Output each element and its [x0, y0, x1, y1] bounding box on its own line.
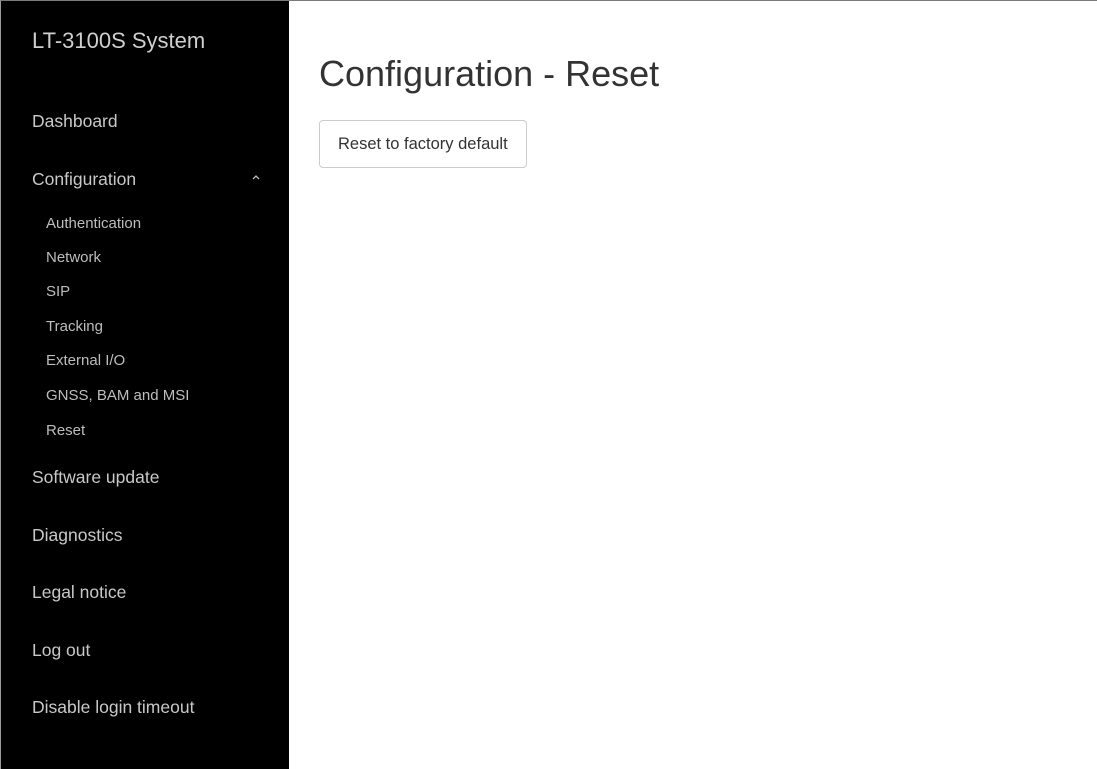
nav-software-update[interactable]: Software update [32, 467, 159, 488]
nav-sub-external-io[interactable]: External I/O [46, 352, 125, 369]
nav-disable-login-timeout[interactable]: Disable login timeout [32, 697, 194, 718]
nav-sub-authentication[interactable]: Authentication [46, 215, 141, 232]
nav-sub-tracking[interactable]: Tracking [46, 318, 103, 335]
reset-factory-default-button[interactable]: Reset to factory default [319, 120, 527, 168]
nav-legal-notice[interactable]: Legal notice [32, 582, 126, 603]
nav-sub-sip[interactable]: SIP [46, 283, 70, 300]
page-title: Configuration - Reset [319, 53, 660, 94]
nav-log-out[interactable]: Log out [32, 640, 90, 661]
nav-sub-reset[interactable]: Reset [46, 422, 85, 439]
nav-dashboard[interactable]: Dashboard [32, 111, 118, 132]
nav-sub-network[interactable]: Network [46, 249, 101, 266]
main-content: Configuration - Reset Reset to factory d… [289, 1, 1097, 769]
nav-configuration[interactable]: Configuration [32, 169, 136, 190]
chevron-up-icon[interactable] [249, 170, 263, 184]
app-window: LT-3100S System Dashboard Configuration … [0, 0, 1097, 769]
nav-sub-gnss-bam-msi[interactable]: GNSS, BAM and MSI [46, 387, 189, 404]
sidebar: LT-3100S System Dashboard Configuration … [1, 1, 289, 769]
nav-diagnostics[interactable]: Diagnostics [32, 525, 122, 546]
brand-title: LT-3100S System [32, 28, 206, 53]
